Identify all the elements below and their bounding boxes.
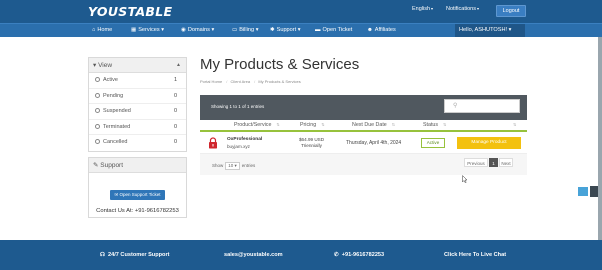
footer-live-chat[interactable]: Click Here To Live Chat: [444, 252, 506, 258]
globe-icon: ◉: [181, 27, 186, 33]
breadcrumb: Portal Home / Client Area / My Products & …: [200, 79, 301, 84]
pagination-page-1[interactable]: 1: [489, 158, 498, 167]
user-menu[interactable]: Hello, ASHUTOSH! ▾: [455, 24, 525, 37]
ticket-icon: ▬: [315, 27, 321, 33]
radio-icon: [95, 139, 100, 144]
window-edge: [598, 37, 602, 240]
filter-active[interactable]: Active 1: [89, 73, 186, 89]
next-due-date: Thursday, April 4th, 2024: [346, 140, 402, 146]
sort-icon: ⇅: [276, 122, 280, 127]
cubes-icon: ▦: [131, 27, 137, 33]
sort-icon: ⇅: [513, 122, 517, 127]
sort-icon: ⇅: [391, 122, 396, 127]
site-logo[interactable]: YOUSTABLE: [88, 4, 172, 19]
table-search-input[interactable]: ⚲: [444, 99, 520, 113]
status-badge: Active: [421, 138, 445, 148]
nav-domains[interactable]: ◉ Domains ▾: [181, 27, 214, 33]
col-next-due-date[interactable]: Next Due Date ⇅: [352, 122, 395, 128]
filter-cancelled[interactable]: Cancelled 0: [89, 135, 186, 151]
pagination-previous[interactable]: Previous: [464, 158, 488, 167]
nav-services[interactable]: ▦ Services ▾: [131, 27, 164, 33]
nav-support[interactable]: ✱ Support ▾: [270, 27, 301, 33]
col-status[interactable]: Status ⇅: [423, 122, 446, 128]
chat-icon: [578, 187, 588, 196]
col-pricing[interactable]: Pricing ⇅: [300, 122, 325, 128]
headset-icon: ☊: [100, 252, 105, 258]
breadcrumb-client-area[interactable]: Client Area: [230, 79, 250, 84]
gear-icon: ✱: [270, 27, 275, 33]
nav-affiliates[interactable]: ☻ Affiliates: [367, 27, 396, 33]
manage-product-button[interactable]: Manage Product: [457, 137, 521, 149]
pagination-next[interactable]: Next: [499, 158, 513, 167]
nav-open-ticket[interactable]: ▬ Open Ticket: [315, 27, 352, 33]
table-header: Product/Service ⇅ Pricing ⇅ Next Due Date ⇅…: [200, 120, 527, 132]
search-icon: ⚲: [453, 103, 458, 109]
radio-icon: [95, 77, 100, 82]
open-support-ticket-button[interactable]: ✉ Open Support Ticket: [110, 190, 165, 200]
radio-icon: [95, 92, 100, 98]
filter-suspended[interactable]: Suspended 0: [89, 104, 186, 120]
footer-bar: ☊ 24/7 Customer Support sales@youstable.c…: [0, 240, 602, 270]
radio-icon: [95, 123, 100, 129]
table-toolbar: Showing 1 to 1 of 1 entries ⚲: [200, 95, 527, 120]
breadcrumb-current: My Products & Services: [258, 79, 301, 84]
phone-icon: ✆: [334, 252, 339, 258]
page-size-select[interactable]: 10 ▾: [225, 162, 240, 170]
filter-pending[interactable]: Pending 0: [89, 89, 186, 104]
notifications-menu[interactable]: Notifications▾: [446, 6, 479, 12]
sort-icon: ⇅: [321, 122, 325, 127]
nav-home[interactable]: ⌂ Home: [92, 27, 112, 33]
breadcrumb-home[interactable]: Portal Home: [200, 79, 222, 84]
table-row[interactable]: OxProfessional buyjam.xyz $64.99 USD Trie…: [200, 132, 527, 154]
filter-terminated[interactable]: Terminated 0: [89, 120, 186, 135]
footer-email[interactable]: sales@youstable.com: [224, 252, 283, 258]
sort-icon: ⇅: [443, 122, 447, 127]
logout-button[interactable]: Logout: [496, 5, 526, 17]
support-panel-header: ✎ Support: [89, 158, 186, 173]
chevron-up-icon: ▲: [176, 62, 181, 68]
view-filter-panel: ▾ View ▲ Active 1 Pending 0 Suspended 0 Ter…: [88, 57, 187, 152]
radio-icon: [95, 108, 100, 113]
nav-billing[interactable]: ▭ Billing ▾: [232, 27, 259, 33]
col-actions-sort[interactable]: ⇅: [513, 122, 516, 128]
credit-card-icon: ▭: [232, 27, 238, 33]
view-panel-header[interactable]: ▾ View ▲: [89, 58, 186, 73]
footer-phone[interactable]: ✆ +91-9616782253: [334, 252, 384, 258]
language-selector[interactable]: English▾: [412, 6, 433, 12]
users-icon: ☻: [367, 27, 373, 33]
ssl-lock-icon: [209, 137, 217, 149]
page-title: My Products & Services: [200, 56, 360, 73]
product-domain: buyjam.xyz: [227, 144, 250, 149]
table-footer: Show 10 ▾ entries Previous 1 Next: [200, 154, 527, 175]
mouse-cursor-icon: [462, 175, 468, 183]
main-navbar: ⌂ Home ▦ Services ▾ ◉ Domains ▾ ▭ Billing ▾ …: [0, 23, 602, 37]
product-name: OxProfessional: [227, 137, 263, 142]
main-content: ▾ View ▲ Active 1 Pending 0 Suspended 0 Ter…: [0, 37, 602, 240]
entries-info: Showing 1 to 1 of 1 entries: [211, 104, 265, 109]
col-product-service[interactable]: Product/Service ⇅: [234, 122, 280, 128]
page-size-control: Show 10 ▾ entries: [212, 162, 256, 170]
top-header: YOUSTABLE English▾ Notifications▾ Logout: [0, 0, 602, 23]
product-price: $64.99 USD Triennially: [299, 137, 325, 148]
footer-support: ☊ 24/7 Customer Support: [100, 252, 170, 258]
home-icon: ⌂: [92, 27, 96, 33]
contact-phone: Contact Us At: +91-9616782253: [96, 208, 179, 214]
support-panel: ✎ Support ✉ Open Support Ticket Contact …: [88, 157, 187, 218]
